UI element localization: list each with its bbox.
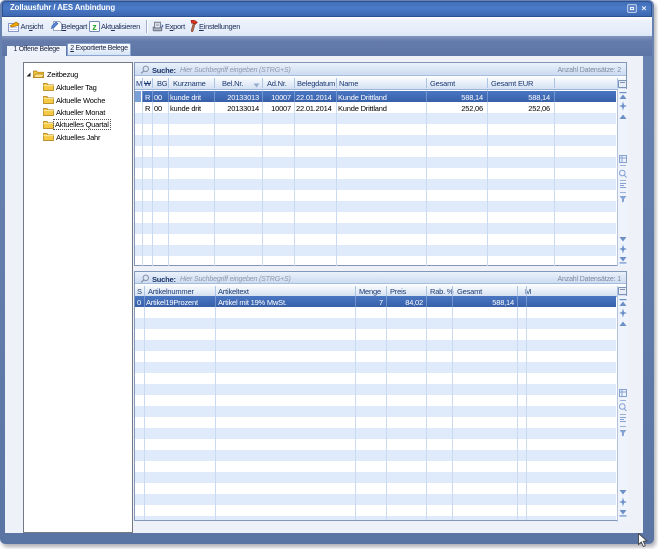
svg-text:z: z <box>92 22 97 32</box>
